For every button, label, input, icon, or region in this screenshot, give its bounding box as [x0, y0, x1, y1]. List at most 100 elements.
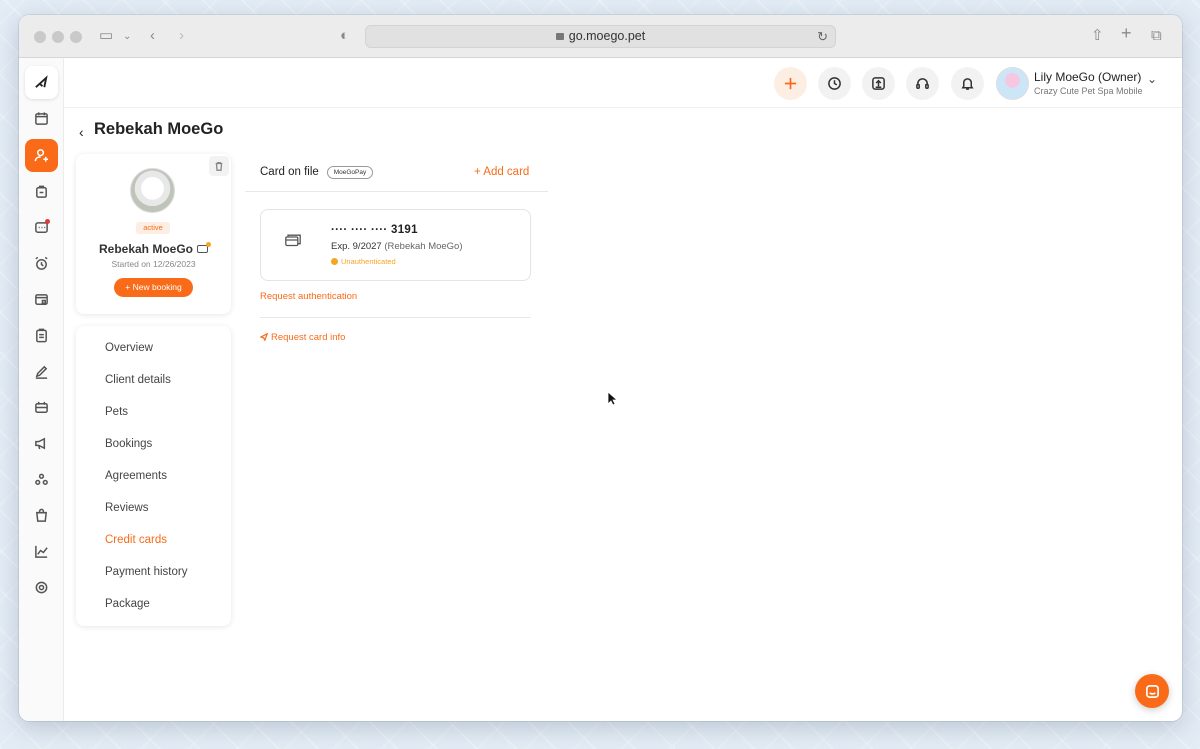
ticket-icon: [35, 401, 48, 413]
nav-item-credit-cards[interactable]: Credit cards: [105, 534, 167, 546]
new-booking-button[interactable]: + New booking: [114, 278, 193, 297]
logo-icon: [35, 75, 48, 88]
quick-add-button[interactable]: [774, 67, 807, 100]
sidebar-item-marketing[interactable]: [25, 427, 58, 460]
browser-toolbar: ▭ ⌄ ‹ › ◐ go.moego.pet ↻ ⇧ + ⧉: [19, 15, 1182, 58]
avatar[interactable]: [996, 67, 1029, 100]
upload-icon: [872, 77, 885, 90]
chevron-down-icon[interactable]: ⌄: [123, 28, 131, 46]
sidebar-item-staff[interactable]: [25, 463, 58, 496]
request-card-info-link[interactable]: Request card info: [259, 332, 346, 343]
tab-overview-icon[interactable]: ⧉: [1151, 27, 1162, 45]
nav-item-payment-history[interactable]: Payment history: [105, 566, 187, 578]
trash-icon: [215, 162, 223, 171]
credit-card-icon: [285, 234, 301, 247]
client-profile-card: active Rebekah MoeGo Started on 12/26/20…: [76, 154, 231, 314]
client-name: Rebekah MoeGo: [76, 242, 231, 256]
bell-icon: [961, 78, 974, 90]
page-title: Rebekah MoeGo: [94, 120, 224, 138]
mouse-cursor-icon: [607, 391, 617, 406]
sidebar-item-schedule[interactable]: [25, 391, 58, 424]
sidebar-item-insights[interactable]: [25, 535, 58, 568]
chat-icon: [1145, 684, 1159, 698]
nav-item-client-details[interactable]: Client details: [105, 374, 171, 386]
delete-client-button[interactable]: [209, 156, 229, 176]
notification-dot: [45, 219, 50, 224]
moego-logo[interactable]: [25, 66, 58, 99]
sidebar-item-services[interactable]: [25, 175, 58, 208]
client-nav: Overview Client details Pets Bookings Ag…: [76, 326, 231, 626]
back-chevron-icon[interactable]: ‹: [79, 124, 84, 140]
alarm-clock-icon: [35, 256, 48, 270]
upload-button[interactable]: [862, 67, 895, 100]
card-auth-status: Unauthenticated: [331, 257, 396, 266]
sidebar-item-retail[interactable]: [25, 499, 58, 532]
zoom-window-button[interactable]: [70, 31, 82, 43]
card-number: ···· ···· ···· 3191: [331, 224, 418, 236]
sidebar-item-reminders[interactable]: [25, 247, 58, 280]
pen-icon: [35, 365, 48, 379]
history-button[interactable]: [818, 67, 851, 100]
add-card-button[interactable]: + Add card: [474, 166, 529, 178]
minimize-window-button[interactable]: [52, 31, 64, 43]
privacy-shield-icon[interactable]: ◐: [340, 27, 349, 45]
chat-support-button[interactable]: [1135, 674, 1169, 708]
sidebar-item-notes[interactable]: [25, 355, 58, 388]
share-icon[interactable]: ⇧: [1091, 27, 1104, 45]
divider: [245, 191, 548, 192]
back-arrow-icon[interactable]: ‹: [150, 27, 155, 45]
send-icon: [259, 332, 269, 342]
card-status-text: Unauthenticated: [341, 257, 396, 266]
pet-avatar: [130, 168, 175, 213]
sidebar-item-messages[interactable]: [25, 211, 58, 244]
warning-icon: [331, 258, 338, 265]
nav-item-package[interactable]: Package: [105, 598, 150, 610]
sidebar-item-finance[interactable]: [25, 283, 58, 316]
section-title: Card on file: [260, 166, 319, 178]
sidebar-item-clients[interactable]: [25, 139, 58, 172]
request-authentication-link[interactable]: Request authentication: [260, 291, 357, 302]
reload-icon[interactable]: ↻: [817, 26, 828, 47]
calendar-icon: [35, 112, 48, 125]
card-on-file-icon: [197, 242, 212, 253]
chart-icon: [35, 545, 48, 558]
credit-card-item[interactable]: ···· ···· ···· 3191 Exp. 9/2027 (Rebekah…: [260, 209, 531, 281]
moegopay-badge: MoeGoPay: [327, 166, 373, 179]
card-holder: (Rebekah MoeGo): [384, 241, 463, 252]
sidebar-item-reports-list[interactable]: [25, 319, 58, 352]
nav-item-reviews[interactable]: Reviews: [105, 502, 148, 514]
browser-window: ▭ ⌄ ‹ › ◐ go.moego.pet ↻ ⇧ + ⧉ Lily MoeG…: [19, 15, 1182, 721]
forward-arrow-icon[interactable]: ›: [179, 27, 184, 45]
close-window-button[interactable]: [34, 31, 46, 43]
client-name-text: Rebekah MoeGo: [98, 242, 194, 256]
nav-item-agreements[interactable]: Agreements: [105, 470, 167, 482]
headset-icon: [916, 78, 929, 89]
client-start-date: Started on 12/26/2023: [111, 259, 196, 269]
team-icon: [35, 473, 48, 485]
support-button[interactable]: [906, 67, 939, 100]
shopping-bag-icon: [35, 508, 48, 522]
clipboard-icon: [36, 328, 47, 343]
new-tab-icon[interactable]: +: [1121, 24, 1132, 42]
plus-icon: [784, 77, 797, 90]
business-name: Crazy Cute Pet Spa Mobile: [1034, 86, 1143, 96]
megaphone-icon: [35, 437, 46, 450]
expiry-date: Exp. 9/2027: [331, 241, 382, 252]
address-bar[interactable]: go.moego.pet ↻: [365, 25, 836, 48]
sidebar-item-calendar[interactable]: [25, 102, 58, 135]
sidebar-item-settings[interactable]: [25, 571, 58, 604]
lock-icon: [555, 33, 564, 40]
nav-item-bookings[interactable]: Bookings: [105, 438, 152, 450]
sidebar-toggle-icon[interactable]: ▭: [99, 27, 113, 45]
nav-item-overview[interactable]: Overview: [105, 342, 153, 354]
chevron-down-icon[interactable]: ⌄: [1147, 72, 1157, 86]
app-header: Lily MoeGo (Owner) Crazy Cute Pet Spa Mo…: [64, 58, 1182, 108]
user-name[interactable]: Lily MoeGo (Owner): [1034, 70, 1141, 84]
nav-item-pets[interactable]: Pets: [105, 406, 128, 418]
app-sidebar: [19, 58, 64, 721]
request-card-info-label: Request card info: [271, 332, 346, 343]
wallet-icon: [35, 294, 48, 305]
clock-icon: [828, 77, 841, 90]
divider: [260, 317, 531, 318]
notifications-button[interactable]: [951, 67, 984, 100]
